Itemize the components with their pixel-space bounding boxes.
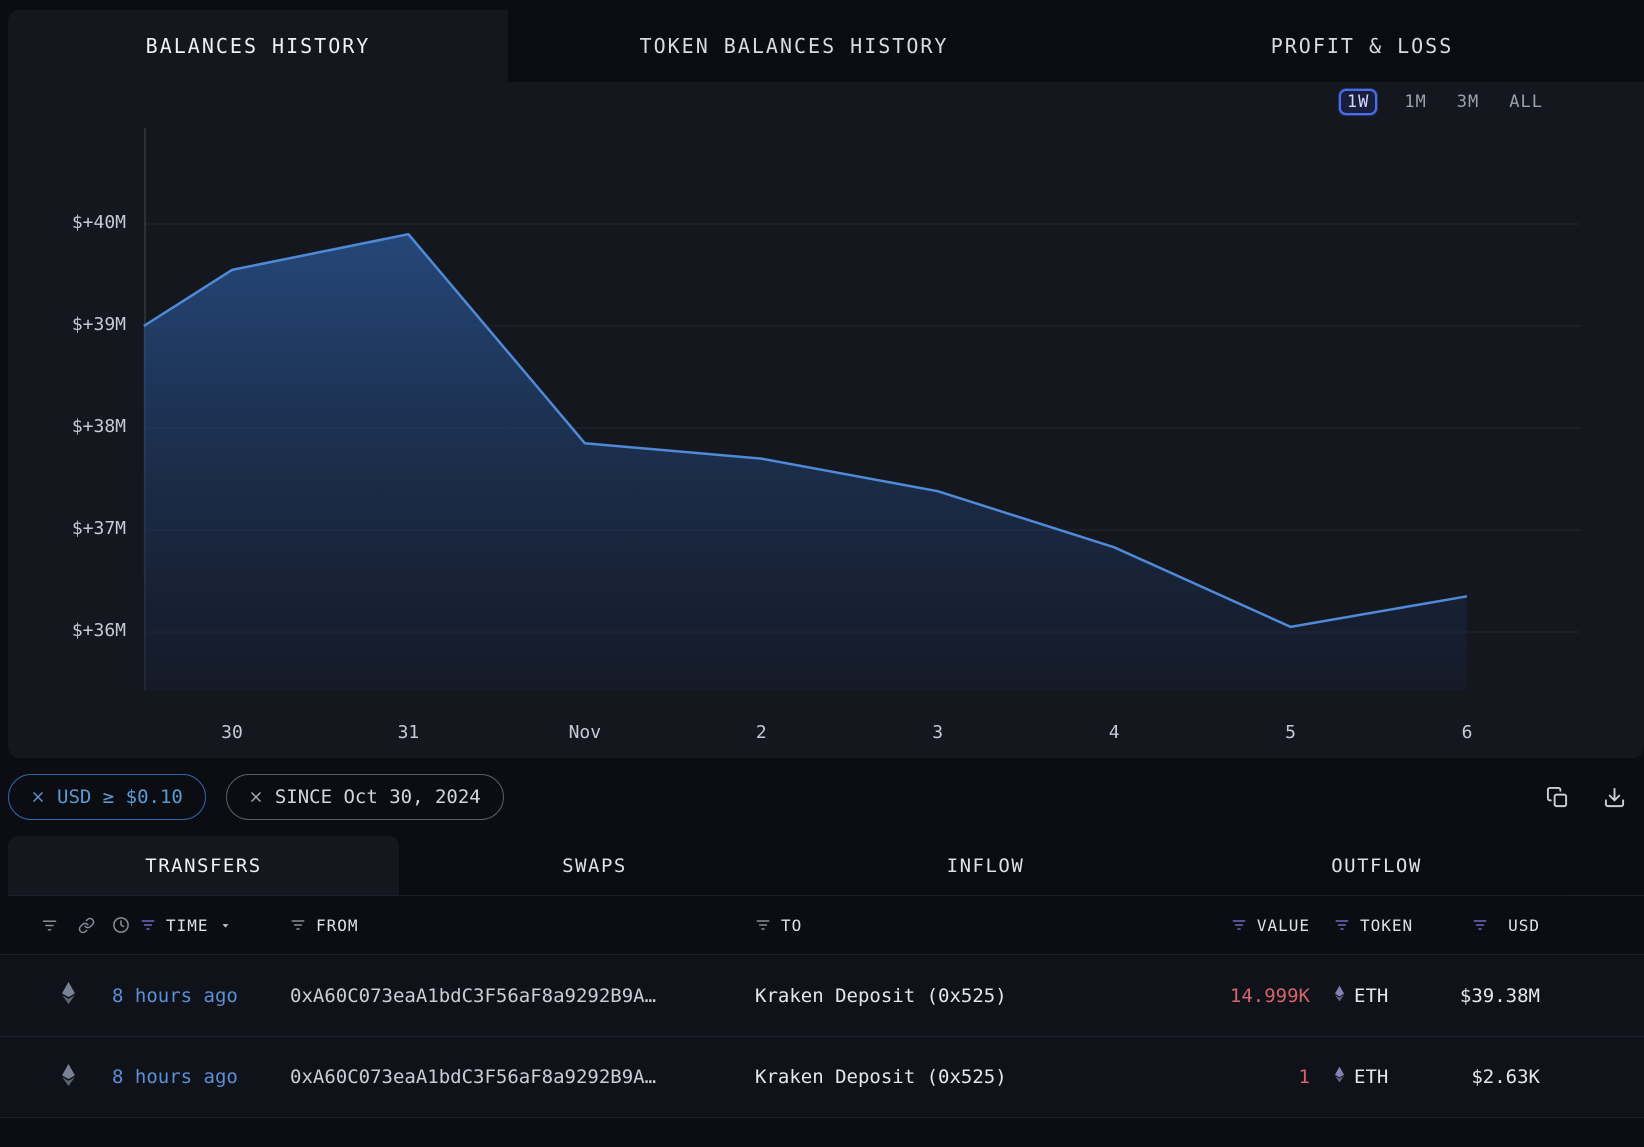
x-axis-tick: 30 xyxy=(187,722,277,743)
filter-icon[interactable] xyxy=(1472,917,1488,933)
filter-icon[interactable] xyxy=(1231,917,1247,933)
x-axis-tick: 2 xyxy=(716,722,806,743)
table-row[interactable]: 8 hours ago 0xA60C073eaA1bdC3F56aF8a9292… xyxy=(0,954,1644,1036)
cell-value: 1 xyxy=(1150,1066,1310,1088)
balances-panel: BALANCES HISTORY TOKEN BALANCES HISTORY … xyxy=(8,10,1644,758)
close-icon[interactable] xyxy=(31,790,45,804)
filter-chip-label: SINCE Oct 30, 2024 xyxy=(275,786,481,808)
column-label-token[interactable]: TOKEN xyxy=(1360,916,1413,935)
chart-tab-bar: BALANCES HISTORY TOKEN BALANCES HISTORY … xyxy=(8,10,1644,82)
cell-from: 0xA60C073eaA1bdC3F56aF8a9292B9A… xyxy=(290,985,755,1007)
cell-to: Kraken Deposit (0x525) xyxy=(755,985,1150,1007)
eth-icon xyxy=(61,1063,76,1092)
y-axis-tick: $+37M xyxy=(38,518,126,539)
filter-icon[interactable] xyxy=(1334,917,1350,933)
timeframe-1m-button[interactable]: 1M xyxy=(1401,90,1429,114)
tab-profit-loss[interactable]: PROFIT & LOSS xyxy=(1080,10,1644,82)
tab-outflow[interactable]: OUTFLOW xyxy=(1181,836,1572,895)
tab-token-balances-history[interactable]: TOKEN BALANCES HISTORY xyxy=(508,10,1080,82)
timeframe-1w-button[interactable]: 1W xyxy=(1339,89,1377,115)
x-axis-tick: 6 xyxy=(1422,722,1512,743)
tab-balances-history[interactable]: BALANCES HISTORY xyxy=(8,10,508,82)
tab-swaps[interactable]: SWAPS xyxy=(399,836,790,895)
filter-chip-label: USD ≥ $0.10 xyxy=(57,786,183,808)
from-address[interactable]: 0xA60C073eaA1bdC3F56aF8a9292B9A… xyxy=(290,1066,656,1088)
balance-history-chart[interactable]: $+40M $+39M $+38M $+37M $+36M xyxy=(8,122,1644,712)
eth-token-icon xyxy=(1334,985,1345,1007)
column-label-to[interactable]: TO xyxy=(781,916,802,935)
cell-value: 14.999K xyxy=(1150,985,1310,1007)
column-label-value[interactable]: VALUE xyxy=(1257,916,1310,935)
column-label-time[interactable]: TIME xyxy=(166,916,209,935)
cell-token: ETH xyxy=(1310,1066,1425,1088)
value-amount: 1 xyxy=(1299,1066,1310,1088)
filter-icon[interactable] xyxy=(290,917,306,933)
cell-time: 8 hours ago xyxy=(100,985,290,1007)
y-axis-tick: $+38M xyxy=(38,416,126,437)
copy-icon xyxy=(1546,786,1569,809)
x-axis-tick: 4 xyxy=(1069,722,1159,743)
table-tab-bar: TRANSFERS SWAPS INFLOW OUTFLOW xyxy=(8,836,1644,896)
y-axis-tick: $+36M xyxy=(38,620,126,641)
cell-usd: $2.63K xyxy=(1425,1066,1540,1088)
filter-icon[interactable] xyxy=(755,917,771,933)
column-header-usd[interactable]: USD xyxy=(1425,916,1540,935)
column-label-from[interactable]: FROM xyxy=(316,916,359,935)
cell-token: ETH xyxy=(1310,985,1425,1007)
from-address[interactable]: 0xA60C073eaA1bdC3F56aF8a9292B9A… xyxy=(290,985,656,1007)
x-axis-tick: 3 xyxy=(893,722,983,743)
column-header-from[interactable]: FROM xyxy=(290,916,755,935)
timeframe-all-button[interactable]: ALL xyxy=(1506,90,1546,114)
cell-from: 0xA60C073eaA1bdC3F56aF8a9292B9A… xyxy=(290,1066,755,1088)
x-axis-tick: 5 xyxy=(1246,722,1336,743)
table-header: TIME FROM TO VALUE TO xyxy=(0,896,1644,954)
clock-icon[interactable] xyxy=(112,916,130,934)
copy-button[interactable] xyxy=(1546,786,1569,809)
tab-transfers[interactable]: TRANSFERS xyxy=(8,836,399,895)
table-row[interactable]: 8 hours ago 0xA60C073eaA1bdC3F56aF8a9292… xyxy=(0,1036,1644,1118)
filter-chip-since-date[interactable]: SINCE Oct 30, 2024 xyxy=(226,774,504,820)
column-header-time[interactable]: TIME xyxy=(100,916,290,935)
value-amount: 14.999K xyxy=(1230,985,1310,1007)
column-header-value[interactable]: VALUE xyxy=(1150,916,1310,935)
cell-to: Kraken Deposit (0x525) xyxy=(755,1066,1150,1088)
download-button[interactable] xyxy=(1603,786,1626,809)
eth-icon xyxy=(61,981,76,1010)
cell-chain xyxy=(36,981,100,1010)
app: BALANCES HISTORY TOKEN BALANCES HISTORY … xyxy=(0,10,1644,1118)
usd-amount: $2.63K xyxy=(1471,1066,1540,1088)
chevron-down-icon[interactable] xyxy=(219,919,232,932)
cell-time: 8 hours ago xyxy=(100,1066,290,1088)
time-link[interactable]: 8 hours ago xyxy=(112,985,238,1007)
tab-inflow[interactable]: INFLOW xyxy=(790,836,1181,895)
balance-chart-svg[interactable] xyxy=(8,122,1644,712)
to-entity[interactable]: Kraken Deposit (0x525) xyxy=(755,1066,1007,1088)
token-symbol: ETH xyxy=(1354,985,1388,1007)
download-icon xyxy=(1603,786,1626,809)
close-icon[interactable] xyxy=(249,790,263,804)
x-axis-tick: Nov xyxy=(540,722,630,743)
to-entity[interactable]: Kraken Deposit (0x525) xyxy=(755,985,1007,1007)
cell-chain xyxy=(36,1063,100,1092)
filter-icon[interactable] xyxy=(140,917,156,933)
link-icon[interactable] xyxy=(78,917,95,934)
column-header-token[interactable]: TOKEN xyxy=(1310,916,1425,935)
filter-bar: USD ≥ $0.10 SINCE Oct 30, 2024 xyxy=(0,758,1644,836)
eth-token-icon xyxy=(1334,1066,1345,1088)
x-axis-tick: 31 xyxy=(363,722,453,743)
filter-chip-usd-threshold[interactable]: USD ≥ $0.10 xyxy=(8,774,206,820)
token-symbol: ETH xyxy=(1354,1066,1388,1088)
x-axis-labels: 30 31 Nov 2 3 4 5 6 xyxy=(8,712,1644,758)
cell-usd: $39.38M xyxy=(1425,985,1540,1007)
column-label-usd[interactable]: USD xyxy=(1508,916,1540,935)
y-axis-tick: $+39M xyxy=(38,314,126,335)
column-header-to[interactable]: TO xyxy=(755,916,1150,935)
header-leading-icons xyxy=(36,917,100,934)
filter-icon[interactable] xyxy=(41,917,58,934)
y-axis-tick: $+40M xyxy=(38,212,126,233)
usd-amount: $39.38M xyxy=(1460,985,1540,1007)
time-link[interactable]: 8 hours ago xyxy=(112,1066,238,1088)
timeframe-3m-button[interactable]: 3M xyxy=(1454,90,1482,114)
timeframe-selector: 1W 1M 3M ALL xyxy=(8,82,1644,122)
